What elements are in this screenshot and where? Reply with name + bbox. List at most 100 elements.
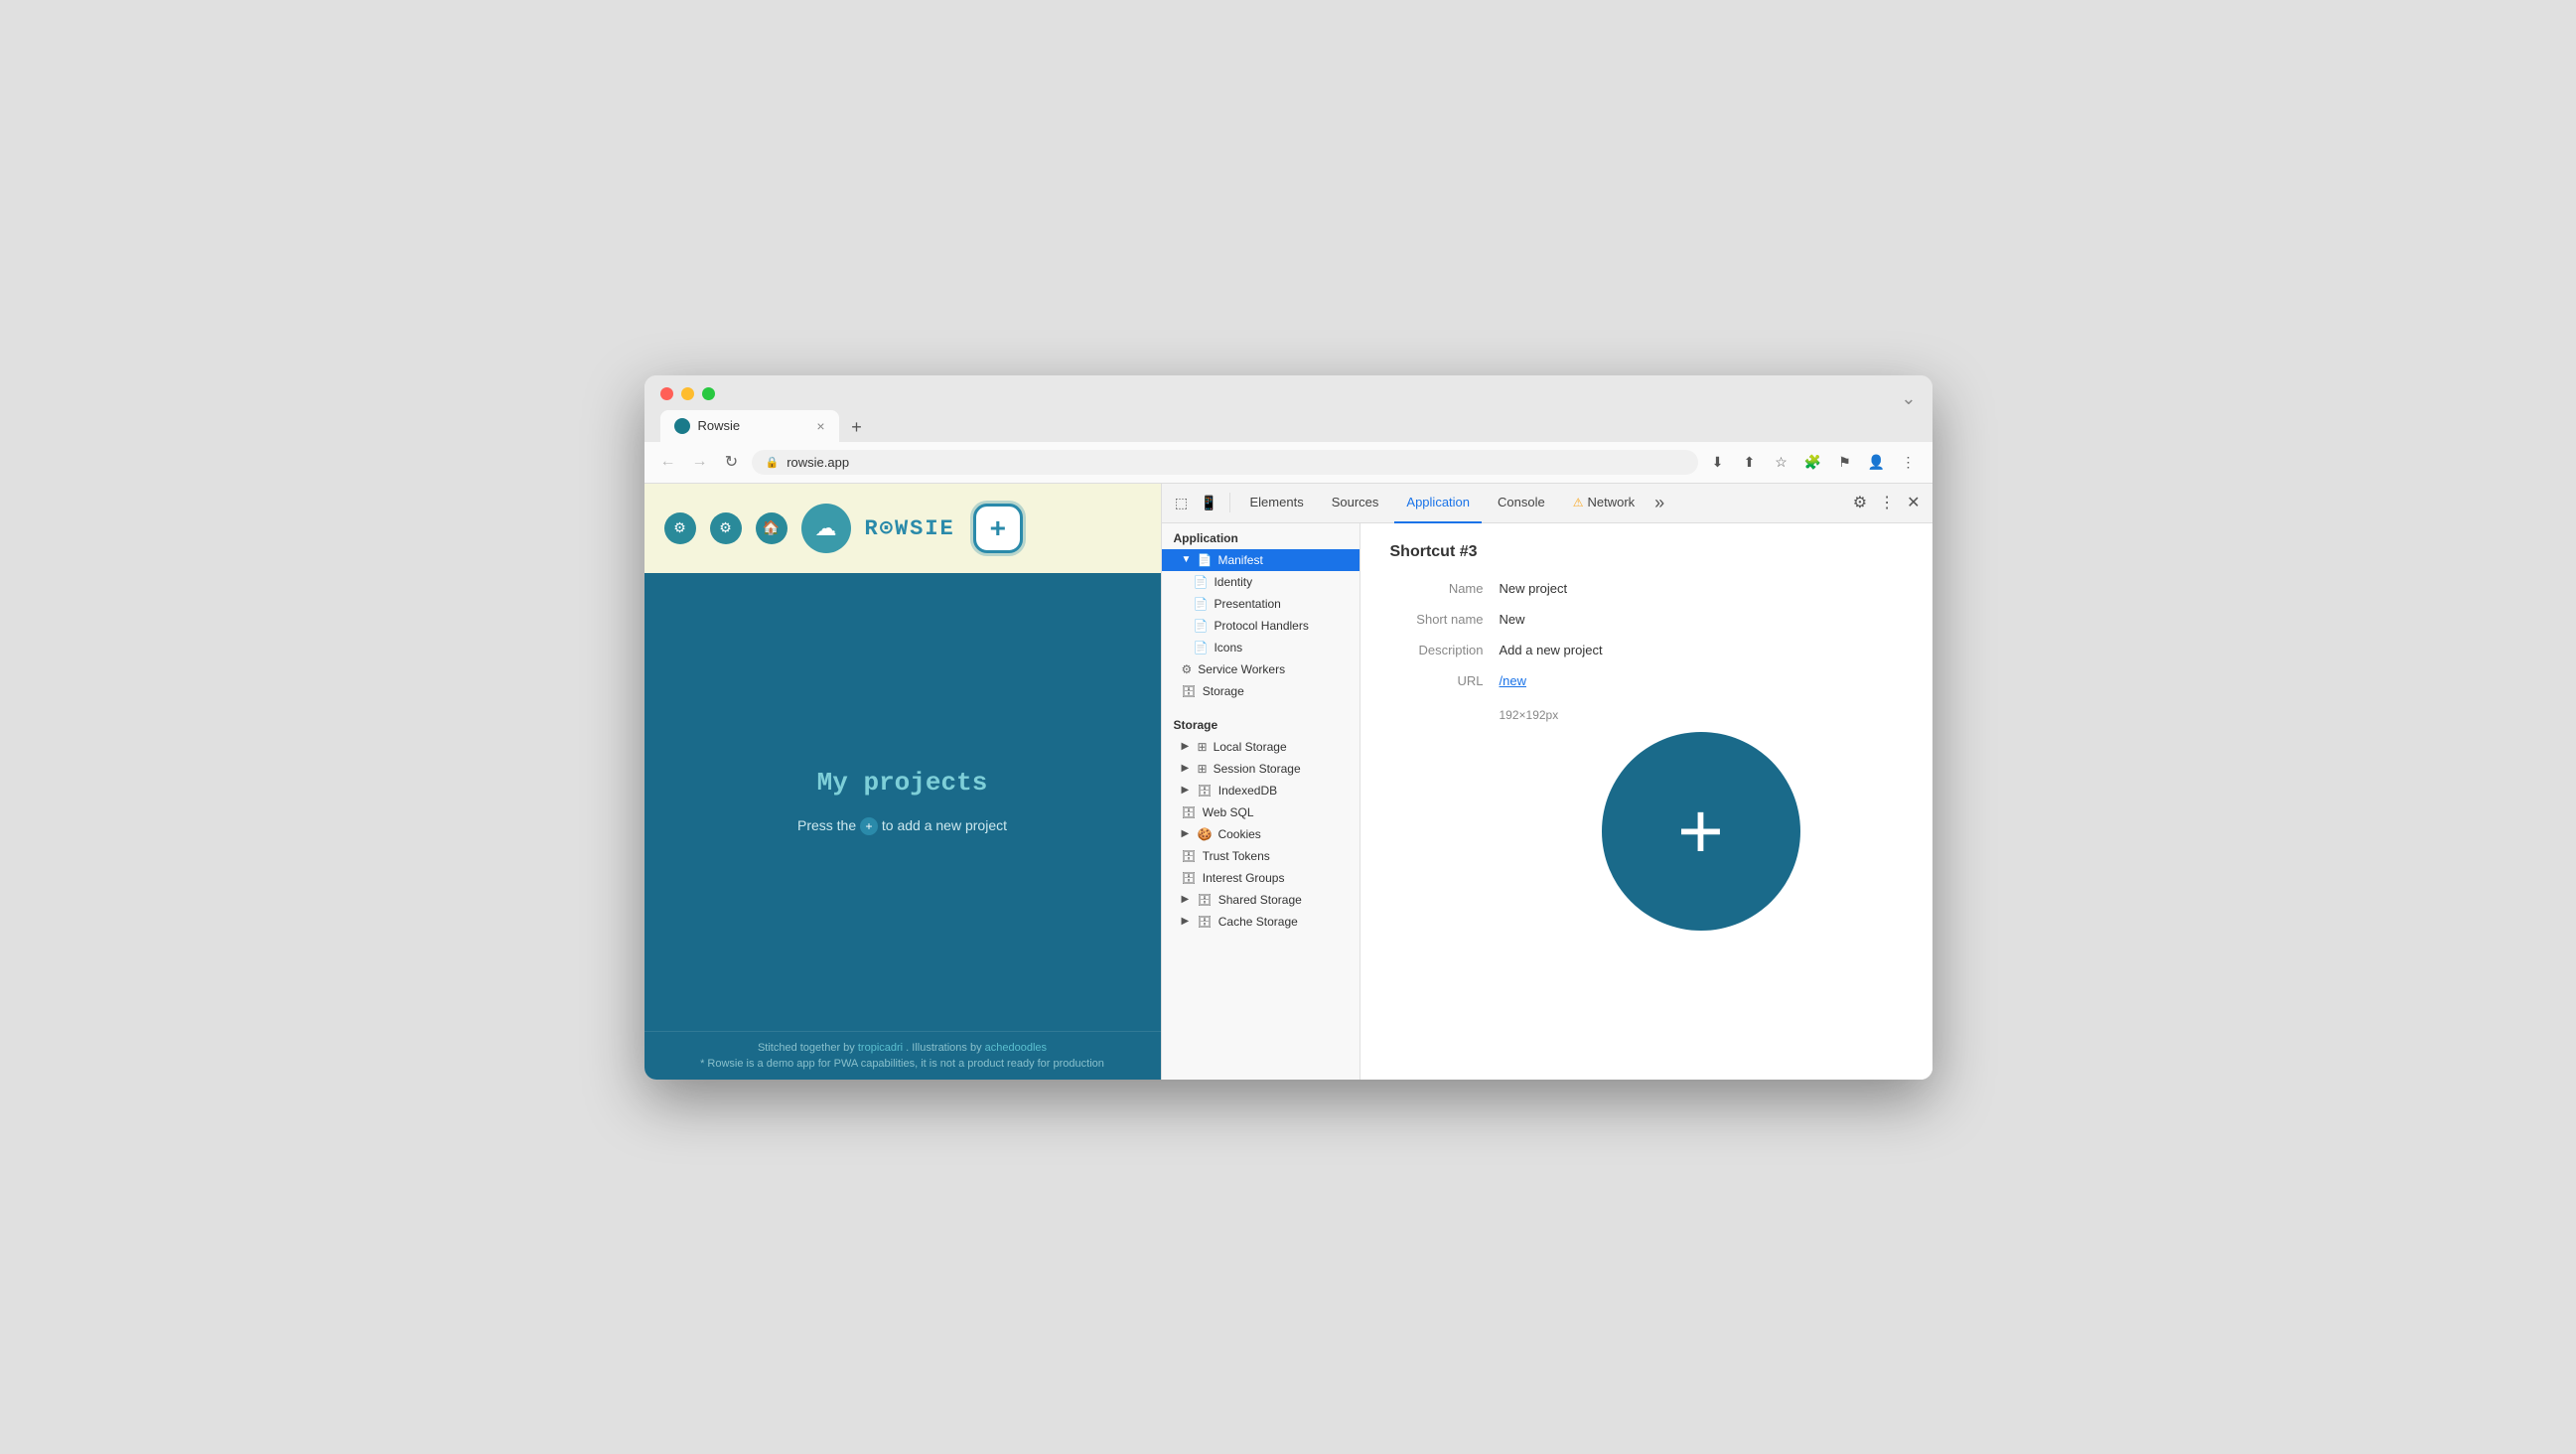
icon-preview: 192×192px +: [1390, 708, 1903, 931]
sidebar-item-session-storage[interactable]: ▶ ⊞ Session Storage: [1162, 758, 1360, 780]
browser-window: ⌄ Rowsie × + ← → ↻ 🔒 rowsie.app ⬇ ⬆ ☆ 🧩 …: [644, 375, 1932, 1080]
tab-favicon: [674, 418, 690, 434]
devtools-tabs: ⬚ 📱 Elements Sources Application Console…: [1162, 484, 1932, 523]
forward-button[interactable]: →: [688, 450, 712, 474]
expand-arrow-manifest: ▼: [1182, 554, 1192, 565]
sidebar-item-interest-groups[interactable]: 🗄 Interest Groups: [1162, 867, 1360, 889]
sidebar-item-cache-storage[interactable]: ▶ 🗄 Cache Storage: [1162, 911, 1360, 933]
description-prefix: Press the: [797, 817, 856, 833]
detail-value-short-name: New: [1500, 612, 1525, 627]
detail-value-url[interactable]: /new: [1500, 673, 1526, 688]
expand-arrow-cookies: ▶: [1182, 828, 1192, 839]
address-actions: ⬇ ⬆ ☆ 🧩 ⚑ 👤 ⋮: [1706, 450, 1921, 474]
presentation-file-icon: 📄: [1194, 597, 1209, 611]
browser-tabs-row: Rowsie × +: [660, 410, 1917, 442]
trust-tokens-icon: 🗄: [1182, 849, 1197, 863]
cache-storage-icon: 🗄: [1198, 915, 1213, 929]
inspect-icon[interactable]: ⬚: [1170, 491, 1194, 514]
devtools-body: Application ▼ 📄 Manifest 📄 Identity 📄 Pr…: [1162, 523, 1932, 1080]
site-body: My projects Press the + to add a new pro…: [644, 573, 1161, 1031]
more-tabs-button[interactable]: »: [1650, 493, 1668, 513]
detail-value-description: Add a new project: [1500, 643, 1603, 657]
site-icon-3: 🏠: [756, 512, 787, 544]
sidebar-item-cookies[interactable]: ▶ 🍪 Cookies: [1162, 823, 1360, 845]
expand-arrow-indexeddb: ▶: [1182, 785, 1192, 796]
icon-circle: +: [1602, 732, 1800, 931]
sidebar-item-shared-storage[interactable]: ▶ 🗄 Shared Storage: [1162, 889, 1360, 911]
sidebar-item-local-storage[interactable]: ▶ ⊞ Local Storage: [1162, 736, 1360, 758]
website-area: ⚙ ⚙ 🏠 ☁ R⊙WSIE + My projects Press the +…: [644, 484, 1161, 1080]
footer-link-achedoodles[interactable]: achedoodles: [985, 1042, 1047, 1054]
tab-sources[interactable]: Sources: [1320, 484, 1391, 523]
close-button[interactable]: [660, 387, 673, 400]
extension-icon[interactable]: 🧩: [1801, 450, 1825, 474]
detail-row-url: URL /new: [1390, 673, 1903, 688]
tab-console[interactable]: Console: [1486, 484, 1557, 523]
icon-size-label: 192×192px: [1500, 708, 1559, 722]
sidebar-item-icons[interactable]: 📄 Icons: [1162, 637, 1360, 658]
panel-title: Shortcut #3: [1390, 543, 1903, 561]
detail-label-name: Name: [1390, 581, 1500, 596]
detail-row-short-name: Short name New: [1390, 612, 1903, 627]
sidebar-item-presentation[interactable]: 📄 Presentation: [1162, 593, 1360, 615]
network-warn-icon: ⚠: [1573, 496, 1584, 509]
sidebar-item-service-workers[interactable]: ⚙ Service Workers: [1162, 658, 1360, 680]
expand-arrow-session-storage: ▶: [1182, 763, 1192, 774]
window-expand-icon[interactable]: ⌄: [1901, 388, 1916, 409]
device-toolbar-icon[interactable]: 📱: [1198, 491, 1221, 514]
description-plus-icon: +: [860, 817, 878, 835]
indexeddb-icon: 🗄: [1198, 784, 1213, 798]
cookies-icon: 🍪: [1198, 827, 1213, 841]
download-icon[interactable]: ⬇: [1706, 450, 1730, 474]
devtools-close-icon[interactable]: ✕: [1903, 489, 1924, 516]
tab-network[interactable]: ⚠ Network: [1561, 484, 1646, 523]
reload-button[interactable]: ↻: [720, 450, 744, 474]
menu-icon[interactable]: ⋮: [1897, 450, 1921, 474]
main-content: ⚙ ⚙ 🏠 ☁ R⊙WSIE + My projects Press the +…: [644, 484, 1932, 1080]
sidebar-item-protocol-handlers[interactable]: 📄 Protocol Handlers: [1162, 615, 1360, 637]
expand-arrow-local-storage: ▶: [1182, 741, 1192, 752]
application-section-title: Application: [1162, 523, 1360, 549]
identity-file-icon: 📄: [1194, 575, 1209, 589]
minimize-button[interactable]: [681, 387, 694, 400]
sidebar-item-web-sql[interactable]: 🗄 Web SQL: [1162, 801, 1360, 823]
profile-icon[interactable]: 👤: [1865, 450, 1889, 474]
back-button[interactable]: ←: [656, 450, 680, 474]
protocol-file-icon: 📄: [1194, 619, 1209, 633]
sidebar-item-trust-tokens[interactable]: 🗄 Trust Tokens: [1162, 845, 1360, 867]
tab-application[interactable]: Application: [1394, 484, 1482, 523]
shared-storage-icon: 🗄: [1198, 893, 1213, 907]
description-suffix: to add a new project: [882, 817, 1007, 833]
site-title: My projects: [817, 768, 988, 798]
site-mascot: ☁: [801, 504, 851, 553]
tab-elements[interactable]: Elements: [1238, 484, 1316, 523]
settings-icon[interactable]: ⚙: [1849, 489, 1871, 516]
maximize-button[interactable]: [702, 387, 715, 400]
tab-close-button[interactable]: ×: [816, 418, 824, 434]
devtools-more-icon[interactable]: ⋮: [1875, 489, 1899, 516]
expand-arrow-shared-storage: ▶: [1182, 894, 1192, 905]
title-bar: ⌄ Rowsie × +: [644, 375, 1932, 442]
detail-label-url: URL: [1390, 673, 1500, 688]
detail-row-name: Name New project: [1390, 581, 1903, 596]
storage-section-title: Storage: [1162, 710, 1360, 736]
site-logo: R⊙WSIE: [865, 512, 955, 543]
share-icon[interactable]: ⬆: [1738, 450, 1762, 474]
sidebar-item-indexeddb[interactable]: ▶ 🗄 IndexedDB: [1162, 780, 1360, 801]
detail-label-short-name: Short name: [1390, 612, 1500, 627]
bookmark-icon[interactable]: ☆: [1770, 450, 1793, 474]
site-add-button[interactable]: +: [973, 504, 1023, 553]
expand-arrow-cache-storage: ▶: [1182, 916, 1192, 927]
footer-link-tropicadri[interactable]: tropicadri: [858, 1042, 903, 1054]
tab-separator: [1229, 493, 1230, 512]
sidebar-item-storage-app[interactable]: 🗄 Storage: [1162, 680, 1360, 702]
sidebar-item-identity[interactable]: 📄 Identity: [1162, 571, 1360, 593]
flag-icon[interactable]: ⚑: [1833, 450, 1857, 474]
sidebar-item-manifest[interactable]: ▼ 📄 Manifest: [1162, 549, 1360, 571]
session-storage-icon: ⊞: [1198, 762, 1208, 776]
new-tab-button[interactable]: +: [843, 414, 871, 442]
icon-plus-symbol: +: [1677, 792, 1724, 871]
url-bar[interactable]: 🔒 rowsie.app: [752, 450, 1698, 475]
interest-groups-icon: 🗄: [1182, 871, 1197, 885]
browser-tab-rowsie[interactable]: Rowsie ×: [660, 410, 839, 442]
